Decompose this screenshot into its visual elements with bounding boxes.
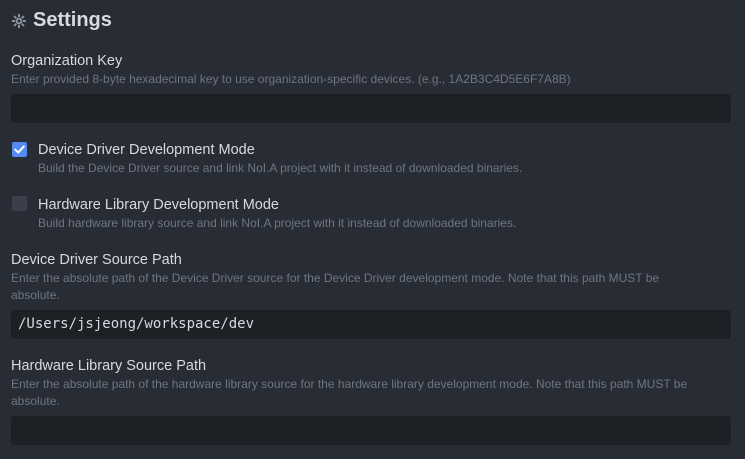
driver-dev-mode-description: Build the Device Driver source and link …	[38, 161, 523, 175]
org-key-input[interactable]	[11, 94, 731, 123]
page-title: Settings	[33, 8, 112, 31]
hwlib-dev-mode-checkbox[interactable]	[12, 196, 27, 211]
settings-panel: Settings Organization Key Enter provided…	[0, 0, 745, 459]
driver-source-path-label: Device Driver Source Path	[11, 252, 182, 268]
driver-source-path-description: Enter the absolute path of the Device Dr…	[11, 271, 660, 302]
driver-dev-mode-setting: Device Driver Development Mode Build the…	[38, 141, 728, 177]
driver-source-path-input[interactable]	[11, 310, 731, 339]
hwlib-dev-mode-label[interactable]: Hardware Library Development Mode	[38, 196, 728, 214]
hwlib-source-path-description: Enter the absolute path of the hardware …	[11, 377, 688, 408]
hwlib-dev-mode-description: Build hardware library source and link N…	[38, 216, 517, 230]
gear-icon	[12, 14, 26, 28]
driver-dev-mode-checkbox[interactable]	[12, 142, 27, 157]
hwlib-source-path-label: Hardware Library Source Path	[11, 358, 207, 374]
settings-header: Settings	[11, 0, 734, 40]
driver-source-path-setting: Device Driver Source Path Enter the abso…	[11, 251, 735, 304]
driver-dev-mode-label[interactable]: Device Driver Development Mode	[38, 141, 728, 159]
hwlib-dev-mode-setting: Hardware Library Development Mode Build …	[38, 196, 728, 232]
org-key-description: Enter provided 8-byte hexadecimal key to…	[11, 72, 571, 86]
hwlib-source-path-setting: Hardware Library Source Path Enter the a…	[11, 357, 735, 410]
checkmark-icon	[14, 145, 25, 154]
org-key-label: Organization Key	[11, 53, 123, 69]
hwlib-source-path-input[interactable]	[11, 416, 731, 445]
org-key-setting: Organization Key Enter provided 8-byte h…	[11, 52, 735, 88]
